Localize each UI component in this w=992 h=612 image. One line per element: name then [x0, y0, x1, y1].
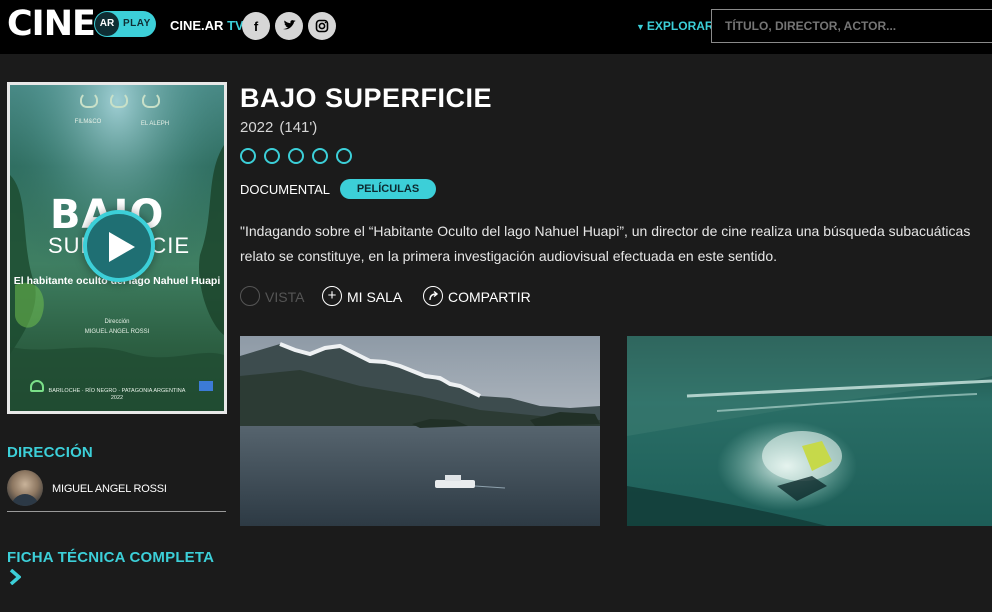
rating-circle-icon[interactable]: [288, 148, 304, 164]
explorar-label: EXPLORAR: [646, 19, 714, 33]
cinear-tv-suffix: TV: [223, 18, 244, 33]
rating-circle-icon[interactable]: [264, 148, 280, 164]
rating-circle-icon[interactable]: [336, 148, 352, 164]
compartir-label: COMPARTIR: [448, 289, 531, 305]
chevron-right-icon[interactable]: [9, 569, 21, 585]
mi-sala-button[interactable]: + MI SALA: [322, 286, 412, 308]
laurel-icon: [80, 92, 98, 108]
rating-circle-icon[interactable]: [240, 148, 256, 164]
movie-meta: 2022 (141'): [240, 119, 317, 137]
cine-ar-play-logo[interactable]: AR PLAY: [94, 11, 156, 37]
movie-year: 2022: [240, 119, 274, 136]
genre-label[interactable]: DOCUMENTAL: [240, 182, 330, 198]
laurel-icon: [110, 92, 128, 108]
share-icon: [423, 286, 443, 306]
festival-text-right: EL ALEPH: [140, 121, 170, 127]
twitter-icon[interactable]: [275, 12, 303, 40]
synopsis-line1: "Indagando sobre el “Habitante Oculto de…: [240, 223, 971, 239]
festival-laurels: [80, 92, 170, 108]
director-avatar[interactable]: [7, 470, 43, 506]
cine-logo-text[interactable]: CINE: [7, 4, 96, 44]
play-button[interactable]: [83, 210, 155, 282]
vista-circle-icon: [240, 286, 260, 306]
compartir-button[interactable]: COMPARTIR: [423, 286, 543, 308]
logo-ar-badge: AR: [95, 12, 119, 36]
logo-play-label: PLAY: [123, 18, 151, 29]
instagram-icon[interactable]: [308, 12, 336, 40]
sidebar-divider: [7, 511, 226, 512]
top-nav-bar: CINE AR PLAY CINE.AR TV f ▼ EXPLORAR: [0, 0, 992, 54]
poster-footer: BARILOCHE · RÍO NEGRO · PATAGONIA ARGENT…: [10, 388, 224, 402]
ficha-tecnica-link[interactable]: FICHA TÉCNICA COMPLETA: [7, 549, 214, 567]
plus-icon: +: [322, 286, 342, 306]
poster-director-name: MIGUEL ANGEL ROSSI: [84, 329, 150, 335]
festival-text-left: FILM&CO: [74, 119, 102, 125]
poster-footer-year: 2022: [110, 395, 124, 401]
synopsis: "Indagando sobre el “Habitante Oculto de…: [240, 219, 992, 269]
cinear-tv-link[interactable]: CINE.AR TV: [170, 18, 244, 34]
director-name-link[interactable]: MIGUEL ANGEL ROSSI: [52, 482, 167, 496]
synopsis-line2: relato se constituye, en la primera inve…: [240, 248, 777, 264]
vista-label: VISTA: [265, 289, 305, 305]
rating-circle-icon[interactable]: [312, 148, 328, 164]
category-badge[interactable]: PELÍCULAS: [340, 179, 436, 199]
direccion-heading: DIRECCIÓN: [7, 444, 93, 461]
search-input[interactable]: [711, 9, 992, 43]
movie-title: BAJO SUPERFICIE: [240, 83, 493, 113]
mi-sala-label: MI SALA: [347, 289, 403, 305]
chevron-down-icon: ▼: [636, 22, 645, 32]
cinear-tv-main: CINE.AR: [170, 18, 224, 33]
play-icon: [109, 232, 135, 262]
movie-duration: (141'): [279, 119, 318, 136]
facebook-icon[interactable]: f: [242, 12, 270, 40]
vista-button[interactable]: VISTA: [240, 286, 310, 308]
movie-still-lake[interactable]: [240, 336, 600, 526]
poster-footer-location: BARILOCHE · RÍO NEGRO · PATAGONIA ARGENT…: [48, 388, 186, 394]
movie-poster[interactable]: FILM&CO EL ALEPH BAJO SUPERFICIE El habi…: [7, 82, 227, 414]
explorar-menu[interactable]: ▼ EXPLORAR: [636, 18, 714, 35]
laurel-icon: [142, 92, 160, 108]
movie-still-underwater[interactable]: [627, 336, 992, 526]
svg-text:f: f: [254, 19, 259, 34]
poster-director-label: Dirección: [104, 319, 130, 325]
